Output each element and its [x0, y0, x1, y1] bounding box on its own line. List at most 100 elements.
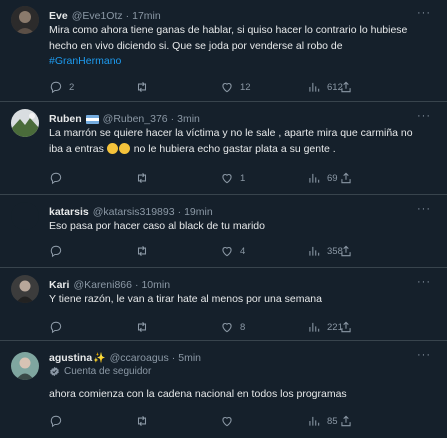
reply-icon: [50, 245, 62, 258]
tweet-eve[interactable]: Eve @Eve1Otz · 17min ··· Mira como ahora…: [0, 0, 447, 102]
display-name[interactable]: Ruben: [49, 113, 82, 125]
display-name[interactable]: Kari: [49, 279, 69, 291]
action-bar: 85: [49, 414, 369, 428]
like-count: 1: [240, 172, 246, 184]
reply-feed: Eve @Eve1Otz · 17min ··· Mira como ahora…: [0, 0, 447, 438]
tweet-text-main: Eso pasa por hacer caso al black de tu m…: [49, 220, 265, 232]
retweet-button[interactable]: [135, 244, 155, 258]
laughing-emoji-icon: [118, 142, 130, 154]
retweet-icon: [137, 81, 147, 93]
views-button[interactable]: 85: [307, 414, 338, 428]
view-count: 69: [327, 172, 338, 184]
user-handle[interactable]: @Eve1Otz: [72, 10, 123, 22]
tweet-header: Eve @Eve1Otz · 17min: [49, 8, 161, 24]
views-icon: [309, 416, 320, 426]
separator-dot: ·: [177, 206, 182, 218]
display-name[interactable]: katarsis: [49, 206, 89, 218]
views-icon: [309, 173, 320, 183]
reply-icon: [50, 415, 62, 428]
more-icon[interactable]: ···: [416, 111, 432, 123]
like-button[interactable]: 8: [220, 320, 245, 334]
avatar[interactable]: [11, 109, 39, 137]
separator-dot: ·: [134, 279, 139, 291]
more-icon[interactable]: ···: [416, 8, 432, 20]
retweet-button[interactable]: [135, 171, 155, 185]
like-button[interactable]: 12: [220, 80, 251, 94]
action-bar: 4 358: [49, 244, 369, 258]
like-button[interactable]: [220, 414, 240, 428]
reply-icon: [50, 321, 62, 334]
more-icon[interactable]: ···: [416, 204, 432, 216]
views-button[interactable]: 69: [307, 171, 338, 185]
retweet-button[interactable]: [135, 414, 155, 428]
views-icon: [309, 322, 320, 332]
share-icon[interactable]: [339, 171, 353, 185]
separator-dot: ·: [125, 10, 130, 22]
retweet-icon: [137, 321, 147, 333]
share-icon[interactable]: [339, 414, 353, 428]
view-count: 85: [327, 415, 338, 427]
share-icon[interactable]: [339, 320, 353, 334]
timestamp[interactable]: 17min: [132, 10, 161, 22]
like-icon: [222, 83, 232, 93]
like-button[interactable]: 1: [220, 171, 245, 185]
views-button[interactable]: 358: [307, 244, 343, 258]
display-name[interactable]: agustina: [49, 352, 92, 364]
more-icon[interactable]: ···: [416, 277, 432, 289]
views-button[interactable]: 612: [307, 80, 343, 94]
like-count: 4: [240, 245, 246, 257]
user-handle[interactable]: @katarsis319893: [93, 206, 175, 218]
verified-badge-icon: [50, 366, 59, 377]
views-button[interactable]: 221: [307, 320, 343, 334]
tweet-kari[interactable]: Kari @Kareni866 · 10min ··· Y tiene razó…: [0, 269, 447, 341]
avatar[interactable]: [11, 6, 39, 34]
action-bar: 2 12 612: [49, 80, 369, 94]
avatar[interactable]: [11, 202, 39, 230]
avatar[interactable]: [11, 275, 39, 303]
hashtag-link[interactable]: #GranHermano: [49, 55, 121, 67]
tweet-text-main: ahora comienza con la cadena nacional en…: [49, 388, 347, 400]
tweet-header: Kari @Kareni866 · 10min: [49, 277, 170, 293]
reply-icon: [50, 172, 62, 185]
reply-button[interactable]: [49, 414, 69, 428]
display-name[interactable]: Eve: [49, 10, 68, 22]
timestamp[interactable]: 19min: [184, 206, 213, 218]
tweet-text-main: Y tiene razón, le van a tirar hate al me…: [49, 293, 322, 305]
tweet-katarsis[interactable]: katarsis @katarsis319893 · 19min ··· Eso…: [0, 196, 447, 268]
retweet-icon: [137, 172, 147, 184]
reply-count: 2: [69, 81, 75, 93]
views-icon: [309, 82, 320, 92]
reply-button[interactable]: 2: [49, 80, 74, 94]
like-count: 12: [240, 81, 251, 93]
reply-button[interactable]: [49, 320, 69, 334]
user-handle[interactable]: @Ruben_376: [103, 113, 168, 125]
user-handle[interactable]: @ccaroagus: [110, 352, 169, 364]
more-icon[interactable]: ···: [416, 350, 432, 362]
tweet-ruben[interactable]: Ruben @Ruben_376 · 3min ··· La marrón se…: [0, 103, 447, 195]
tweet-text-end: no le hubiera echo gastar plata a su gen…: [130, 142, 336, 155]
timestamp[interactable]: 3min: [177, 113, 200, 125]
timestamp[interactable]: 5min: [178, 352, 201, 364]
retweet-icon: [137, 415, 147, 427]
reply-button[interactable]: [49, 244, 69, 258]
tweet-text-main: Mira como ahora tiene ganas de hablar, s…: [49, 24, 408, 52]
like-icon: [222, 174, 232, 184]
reply-icon: [50, 81, 62, 94]
avatar[interactable]: [11, 352, 39, 380]
reply-button[interactable]: [49, 171, 69, 185]
tweet-agustina[interactable]: agustina ✨ @ccaroagus · 5min ··· Cuenta …: [0, 342, 447, 438]
share-icon[interactable]: [339, 244, 353, 258]
laughing-emoji-icon: [106, 142, 118, 154]
tweet-header: katarsis @katarsis319893 · 19min: [49, 204, 213, 220]
retweet-button[interactable]: [135, 320, 155, 334]
tweet-header: agustina ✨ @ccaroagus · 5min: [49, 350, 201, 366]
share-icon[interactable]: [339, 80, 353, 94]
retweet-icon: [137, 245, 147, 257]
flag-icon: [85, 114, 99, 124]
timestamp[interactable]: 10min: [141, 279, 170, 291]
user-handle[interactable]: @Kareni866: [73, 279, 132, 291]
tweet-text: Mira como ahora tiene ganas de hablar, s…: [49, 23, 414, 70]
separator-dot: ·: [170, 113, 175, 125]
retweet-button[interactable]: [135, 80, 155, 94]
like-button[interactable]: 4: [220, 244, 245, 258]
